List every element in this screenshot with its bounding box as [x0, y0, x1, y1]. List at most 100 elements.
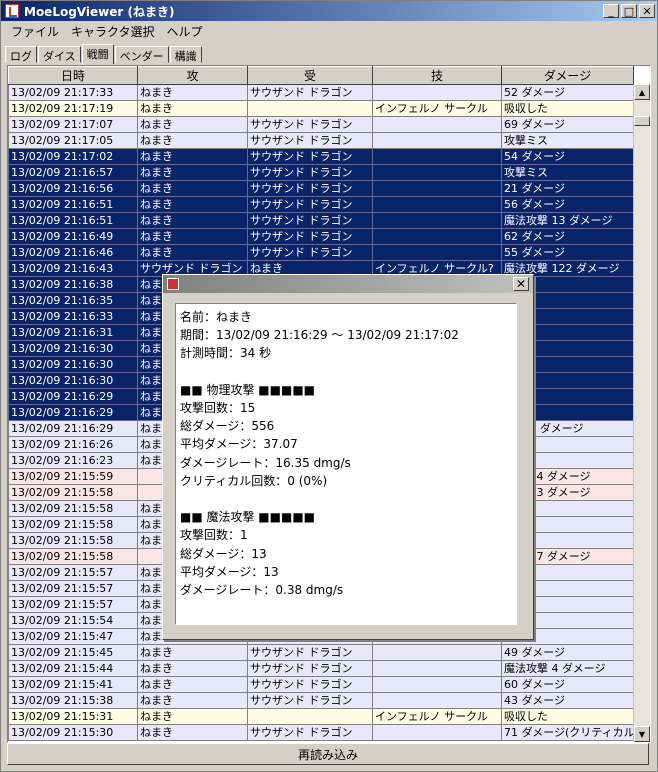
tab-knowledge[interactable]: 構識 [169, 46, 202, 63]
table-row[interactable]: 13/02/09 21:15:31 ねまき インフェルノ サークル 吸収した [8, 708, 634, 725]
cell-datetime: 13/02/09 21:15:44 [8, 660, 138, 677]
menu-character-select[interactable]: キャラクタ選択 [65, 23, 161, 40]
cell-datetime: 13/02/09 21:16:56 [8, 180, 138, 197]
cell-attacker: ねまき [137, 660, 248, 677]
cell-skill [372, 212, 502, 229]
cell-datetime: 13/02/09 21:16:51 [8, 196, 138, 213]
java-cup-icon [167, 278, 179, 290]
cell-attacker: ねまき [137, 228, 248, 245]
reload-button[interactable]: 再読み込み [7, 743, 649, 765]
menu-help[interactable]: ヘルプ [161, 23, 209, 40]
cell-datetime: 13/02/09 21:16:29 [8, 388, 138, 405]
table-row[interactable]: 13/02/09 21:17:33 ねまき サウザンド ドラゴン 52 ダメージ [8, 84, 634, 101]
stats-line: ■■ 物理攻撃 ■■■■■ [180, 382, 315, 397]
cell-skill [372, 196, 502, 213]
table-row[interactable]: 13/02/09 21:15:30 ねまき サウザンド ドラゴン 71 ダメージ(クリ… [8, 724, 634, 741]
cell-attacker: ねまき [137, 676, 248, 693]
cell-skill [372, 660, 502, 677]
cell-receiver: サウザンド ドラゴン [247, 212, 373, 229]
maximize-button[interactable]: □ [621, 4, 637, 18]
cell-datetime: 13/02/09 21:16:30 [8, 356, 138, 373]
cell-datetime: 13/02/09 21:16:49 [8, 228, 138, 245]
cell-attacker: ねまき [137, 164, 248, 181]
cell-datetime: 13/02/09 21:15:58 [8, 548, 138, 565]
column-header-damage[interactable]: ダメージ [501, 66, 634, 85]
cell-datetime: 13/02/09 21:16:38 [8, 276, 138, 293]
cell-damage: 62 ダメージ [501, 228, 634, 245]
menu-file[interactable]: ファイル [5, 23, 65, 40]
app-icon [5, 4, 19, 18]
scroll-up-arrow-icon[interactable]: ▲ [634, 84, 650, 100]
cell-attacker: ねまき [137, 116, 248, 133]
tab-vendor[interactable]: ベンダー [114, 46, 169, 63]
table-row[interactable]: 13/02/09 21:17:07 ねまき サウザンド ドラゴン 69 ダメージ [8, 116, 634, 133]
stats-line: ダメージレート：0.38 dmg/s [180, 583, 344, 598]
cell-attacker: ねまき [137, 724, 248, 741]
cell-datetime: 13/02/09 21:16:35 [8, 292, 138, 309]
stats-line [180, 490, 512, 508]
scroll-down-arrow-icon[interactable]: ▼ [634, 726, 650, 742]
stats-line: 総ダメージ：13 [180, 546, 267, 561]
cell-skill [372, 692, 502, 709]
cell-receiver [247, 100, 373, 117]
dialog-close-button[interactable]: ✕ [513, 277, 529, 291]
cell-datetime: 13/02/09 21:16:31 [8, 324, 138, 341]
cell-skill [372, 228, 502, 245]
menu-bar: ファイル キャラクタ選択 ヘルプ [1, 21, 657, 41]
stats-line: 平均ダメージ：13 [180, 564, 279, 579]
dialog-title-bar: ✕ [163, 275, 533, 293]
cell-datetime: 13/02/09 21:16:46 [8, 244, 138, 261]
stats-text-area[interactable]: 名前：ねまき 期間：13/02/09 21:16:29 ～ 13/02/09 21… [175, 303, 517, 625]
cell-damage: 71 ダメージ(クリティカル) [501, 724, 634, 741]
cell-datetime: 13/02/09 21:17:02 [8, 148, 138, 165]
column-header-skill[interactable]: 技 [372, 66, 502, 85]
cell-skill [372, 84, 502, 101]
table-row[interactable]: 13/02/09 21:16:57 ねまき サウザンド ドラゴン 攻撃ミス [8, 164, 634, 181]
cell-receiver: サウザンド ドラゴン [247, 228, 373, 245]
cell-receiver: サウザンド ドラゴン [247, 676, 373, 693]
cell-datetime: 13/02/09 21:16:33 [8, 308, 138, 325]
table-row[interactable]: 13/02/09 21:15:41 ねまき サウザンド ドラゴン 60 ダメージ [8, 676, 634, 693]
cell-damage: 43 ダメージ [501, 692, 634, 709]
cell-attacker: ねまき [137, 708, 248, 725]
tab-battle[interactable]: 戦闘 [81, 44, 114, 64]
cell-skill [372, 244, 502, 261]
stats-line: 平均ダメージ：37.07 [180, 437, 298, 452]
cell-receiver: サウザンド ドラゴン [247, 244, 373, 261]
table-row[interactable]: 13/02/09 21:15:38 ねまき サウザンド ドラゴン 43 ダメージ [8, 692, 634, 709]
column-header-attacker[interactable]: 攻 [137, 66, 248, 85]
cell-damage: 49 ダメージ [501, 644, 634, 661]
stats-line: クリティカル回数：0 (0%) [180, 473, 328, 488]
cell-skill [372, 148, 502, 165]
tab-dice[interactable]: ダイス [38, 46, 81, 63]
table-row[interactable]: 13/02/09 21:16:46 ねまき サウザンド ドラゴン 55 ダメージ [8, 244, 634, 261]
table-row[interactable]: 13/02/09 21:16:49 ねまき サウザンド ドラゴン 62 ダメージ [8, 228, 634, 245]
tab-log[interactable]: ログ [5, 46, 37, 63]
cell-datetime: 13/02/09 21:17:07 [8, 116, 138, 133]
table-row[interactable]: 13/02/09 21:15:45 ねまき サウザンド ドラゴン 49 ダメージ [8, 644, 634, 661]
cell-damage: 攻撃ミス [501, 164, 634, 181]
cell-damage: 69 ダメージ [501, 116, 634, 133]
vertical-scrollbar[interactable]: ▲ ▼ [633, 84, 650, 742]
cell-datetime: 13/02/09 21:16:30 [8, 372, 138, 389]
minimize-button[interactable]: _ [603, 4, 619, 18]
cell-skill: インフェルノ サークル [372, 708, 502, 725]
table-row[interactable]: 13/02/09 21:17:02 ねまき サウザンド ドラゴン 54 ダメージ [8, 148, 634, 165]
table-row[interactable]: 13/02/09 21:16:56 ねまき サウザンド ドラゴン 21 ダメージ [8, 180, 634, 197]
table-row[interactable]: 13/02/09 21:17:05 ねまき サウザンド ドラゴン 攻撃ミス [8, 132, 634, 149]
scroll-thumb[interactable] [634, 116, 650, 126]
column-header-datetime[interactable]: 日時 [8, 66, 138, 85]
table-row[interactable]: 13/02/09 21:16:51 ねまき サウザンド ドラゴン 魔法攻撃 13 ダメ… [8, 212, 634, 229]
cell-attacker: ねまき [137, 244, 248, 261]
cell-receiver: サウザンド ドラゴン [247, 180, 373, 197]
stats-line: 名前：ねまき [180, 310, 253, 324]
cell-datetime: 13/02/09 21:15:54 [8, 612, 138, 629]
table-row[interactable]: 13/02/09 21:15:44 ねまき サウザンド ドラゴン 魔法攻撃 4 ダメー… [8, 660, 634, 677]
cell-skill [372, 116, 502, 133]
column-header-receiver[interactable]: 受 [247, 66, 373, 85]
table-row[interactable]: 13/02/09 21:16:51 ねまき サウザンド ドラゴン 56 ダメージ [8, 196, 634, 213]
table-row[interactable]: 13/02/09 21:17:19 ねまき インフェルノ サークル 吸収した [8, 100, 634, 117]
cell-damage: 21 ダメージ [501, 180, 634, 197]
close-button[interactable]: ✕ [639, 4, 655, 18]
cell-datetime: 13/02/09 21:15:57 [8, 580, 138, 597]
